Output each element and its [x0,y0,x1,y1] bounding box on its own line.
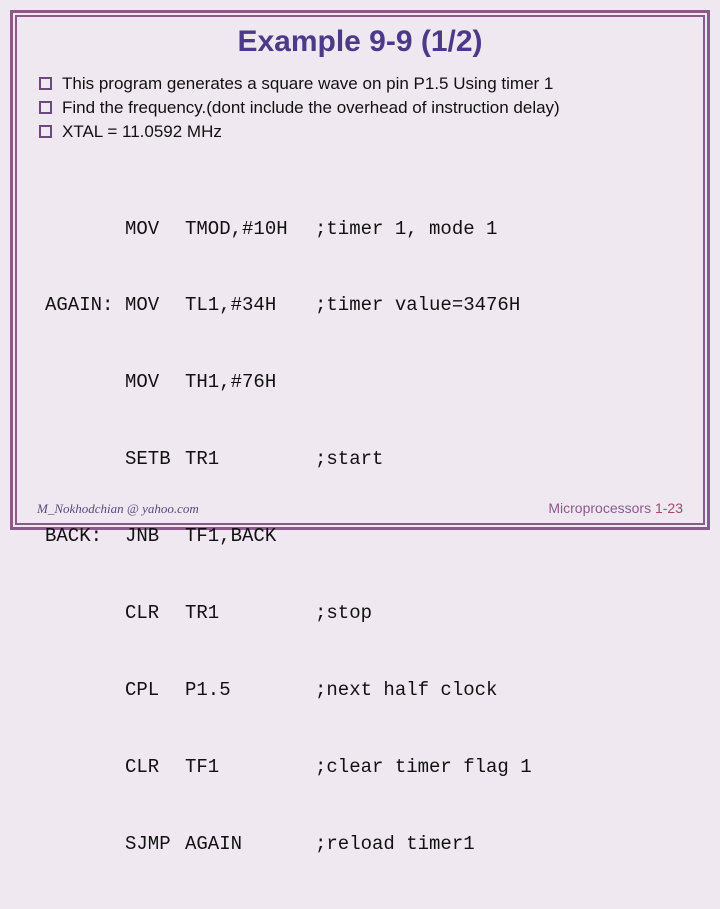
code-line: SETBTR1;start [45,447,681,473]
inner-border: Example 9-9 (1/2) This program generates… [15,15,705,525]
footer-page: 1-23 [655,500,683,516]
bullet-item: XTAL = 11.0592 MHz [39,121,681,143]
code-arg: TF1,BACK [185,524,315,550]
bullet-text: XTAL = 11.0592 MHz [62,121,222,143]
code-op: MOV [125,370,185,396]
code-comment: ;next half clock [315,678,497,704]
code-arg: P1.5 [185,678,315,704]
code-label [45,755,125,781]
outer-border: Example 9-9 (1/2) This program generates… [10,10,710,530]
code-label [45,601,125,627]
code-line: CPLP1.5;next half clock [45,678,681,704]
code-comment: ;reload timer1 [315,832,475,858]
code-label: AGAIN: [45,293,125,319]
code-label [45,370,125,396]
code-label [45,678,125,704]
code-line: CLRTF1;clear timer flag 1 [45,755,681,781]
footer-right: Microprocessors 1-23 [548,500,683,516]
code-comment: ;stop [315,601,372,627]
code-label [45,217,125,243]
code-line: AGAIN:MOVTL1,#34H;timer value=3476H [45,293,681,319]
code-line: SJMPAGAIN;reload timer1 [45,832,681,858]
code-comment: ;timer 1, mode 1 [315,217,497,243]
code-line: CLRTR1;stop [45,601,681,627]
square-bullet-icon [39,101,52,114]
code-op: CPL [125,678,185,704]
footer-course: Microprocessors [548,500,655,516]
code-op: JNB [125,524,185,550]
bullet-text: Find the frequency.(dont include the ove… [62,97,560,119]
bullet-item: This program generates a square wave on … [39,73,681,95]
code-line: MOVTH1,#76H [45,370,681,396]
footer-email: M_Nokhodchian @ yahoo.com [37,501,199,517]
code-arg: TF1 [185,755,315,781]
code-arg: TL1,#34H [185,293,315,319]
code-arg: TR1 [185,601,315,627]
code-op: SETB [125,447,185,473]
code-op: CLR [125,755,185,781]
code-op: SJMP [125,832,185,858]
bullet-text: This program generates a square wave on … [62,73,553,95]
code-op: MOV [125,217,185,243]
square-bullet-icon [39,77,52,90]
code-arg: AGAIN [185,832,315,858]
code-comment: ;timer value=3476H [315,293,520,319]
code-arg: TMOD,#10H [185,217,315,243]
bullet-list: This program generates a square wave on … [39,73,681,143]
code-op: MOV [125,293,185,319]
slide: Example 9-9 (1/2) This program generates… [0,0,720,540]
code-comment: ;start [315,447,383,473]
code-block: MOVTMOD,#10H;timer 1, mode 1 AGAIN:MOVTL… [45,165,681,909]
code-comment: ;clear timer flag 1 [315,755,532,781]
code-label [45,832,125,858]
slide-title: Example 9-9 (1/2) [39,25,681,59]
code-arg: TH1,#76H [185,370,315,396]
square-bullet-icon [39,125,52,138]
code-line: BACK:JNBTF1,BACK [45,524,681,550]
code-label: BACK: [45,524,125,550]
code-arg: TR1 [185,447,315,473]
code-label [45,447,125,473]
bullet-item: Find the frequency.(dont include the ove… [39,97,681,119]
code-op: CLR [125,601,185,627]
code-line: MOVTMOD,#10H;timer 1, mode 1 [45,217,681,243]
footer: M_Nokhodchian @ yahoo.com Microprocessor… [37,500,683,517]
